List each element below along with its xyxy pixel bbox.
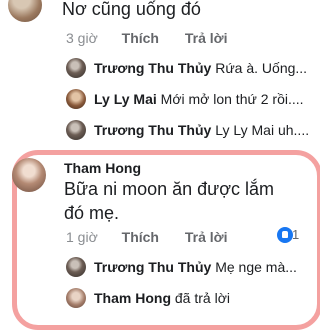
like-button[interactable]: Thích — [122, 30, 159, 46]
reply-text: Mẹ nge mà... — [215, 259, 297, 275]
reply-author[interactable]: Trương Thu Thủy — [94, 122, 211, 138]
avatar[interactable] — [66, 288, 86, 308]
comment-meta: 3 giờ Thích Trả lời — [66, 30, 228, 46]
reply-text: Rứa à. Uống... — [215, 60, 308, 76]
like-button[interactable]: Thích — [122, 229, 159, 245]
reply-text: đã trả lời — [174, 290, 230, 306]
reply-text: Ly Ly Mai uh.... — [215, 122, 310, 138]
reply-author[interactable]: Trương Thu Thủy — [94, 259, 211, 275]
comment-text: Bữa ni moon ăn được lắm đó mẹ. — [64, 179, 274, 223]
avatar[interactable] — [66, 89, 86, 109]
comment-author[interactable]: Tham Hong — [64, 160, 141, 176]
avatar[interactable] — [66, 257, 86, 277]
comment-time: 3 giờ — [66, 30, 98, 46]
avatar[interactable] — [66, 120, 86, 140]
reply-button[interactable]: Trả lời — [185, 229, 228, 245]
avatar[interactable] — [66, 58, 86, 78]
reaction-count[interactable]: 1 — [292, 227, 299, 242]
comment-time: 1 giờ — [66, 229, 98, 245]
comment-meta: 1 giờ Thích Trả lời — [66, 229, 228, 245]
reply-author[interactable]: Ly Ly Mai — [94, 91, 157, 107]
avatar[interactable] — [12, 158, 46, 192]
reply-button[interactable]: Trả lời — [185, 30, 228, 46]
comment-text: Nơ cũng uống đó — [62, 0, 201, 19]
reply-author[interactable]: Tham Hong — [94, 290, 171, 306]
avatar[interactable] — [8, 0, 42, 22]
reply-text: Mới mở lon thứ 2 rồi.... — [160, 91, 304, 107]
reply-author[interactable]: Trương Thu Thủy — [94, 60, 211, 76]
